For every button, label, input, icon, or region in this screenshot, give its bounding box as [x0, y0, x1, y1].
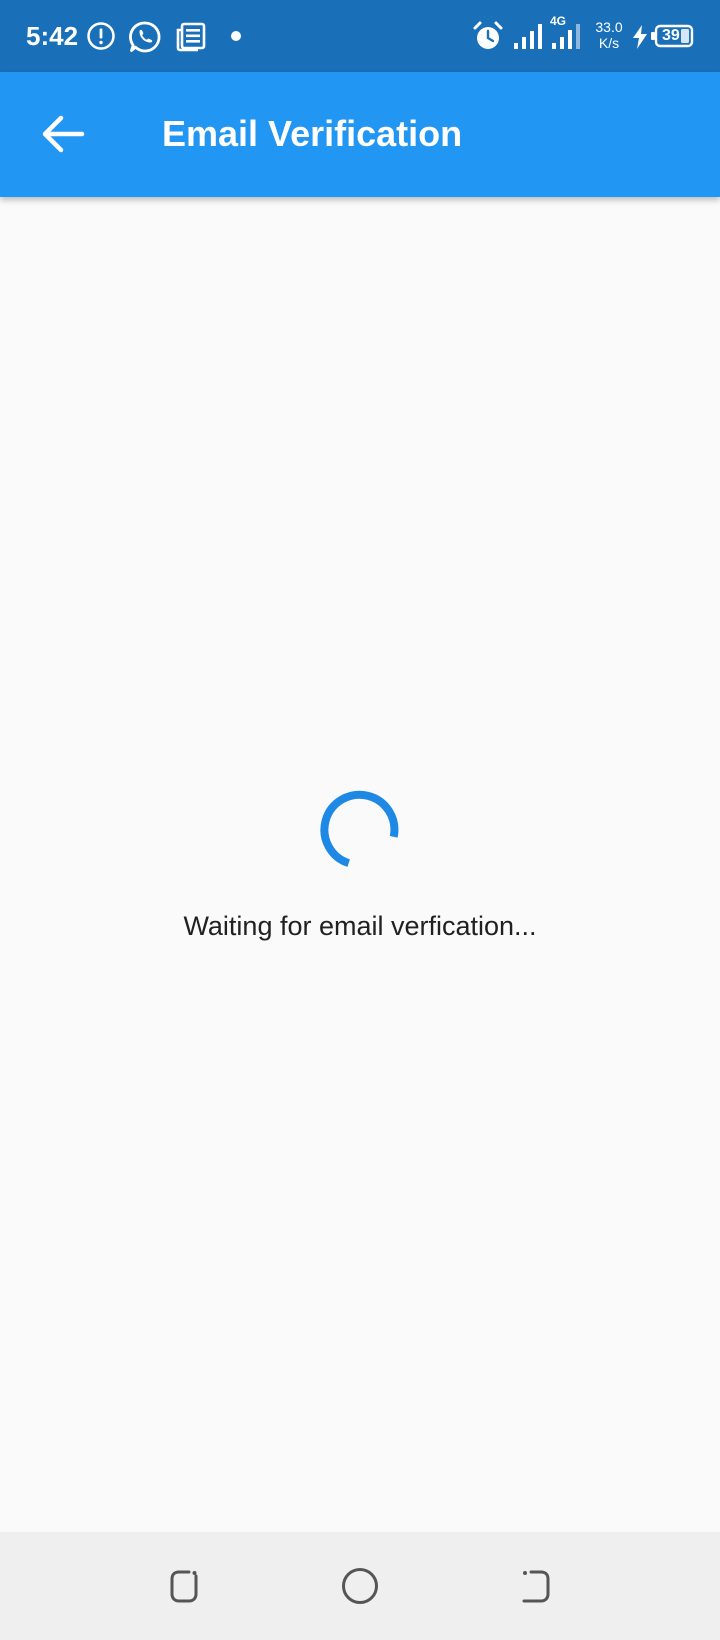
status-bar: 5:42 4G 33.0 K/s 39	[0, 0, 720, 72]
loading-spinner	[320, 790, 399, 867]
alarm-icon	[473, 21, 503, 49]
dot-icon	[231, 31, 241, 41]
recent-apps-icon	[170, 1570, 198, 1603]
status-time: 5:42	[26, 21, 79, 51]
waiting-status-text: Waiting for email verfication...	[183, 911, 537, 941]
network-speed-value: 33.0	[595, 19, 623, 35]
whatsapp-icon	[129, 21, 161, 53]
back-button[interactable]	[32, 102, 96, 166]
back-nav-icon	[522, 1570, 550, 1603]
page-title: Email Verification	[162, 113, 463, 154]
app-bar: Email Verification	[0, 72, 720, 197]
alert-icon	[87, 22, 115, 50]
home-icon	[342, 1568, 378, 1604]
arrow-back-icon	[42, 115, 85, 153]
battery-level: 39	[662, 27, 680, 44]
network-type-label: 4G	[550, 14, 567, 28]
back-nav-button[interactable]	[508, 1558, 564, 1614]
home-button[interactable]	[332, 1558, 388, 1614]
signal-icon	[514, 24, 542, 49]
news-icon	[176, 22, 206, 52]
charging-icon	[633, 25, 647, 49]
network-speed-unit: K/s	[598, 35, 620, 51]
recent-apps-button[interactable]	[156, 1558, 212, 1614]
navigation-bar	[0, 1532, 720, 1640]
